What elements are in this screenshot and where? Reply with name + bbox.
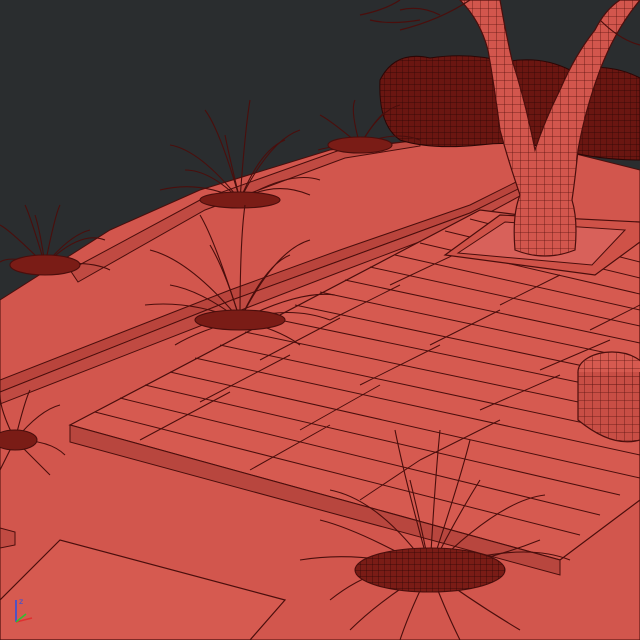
stepping-slab-edge: [0, 527, 16, 549]
axis-gizmo: z: [6, 592, 42, 628]
scene-canvas[interactable]: [0, 0, 640, 640]
axis-z-label: z: [19, 597, 23, 606]
3d-viewport[interactable]: z: [0, 0, 640, 640]
